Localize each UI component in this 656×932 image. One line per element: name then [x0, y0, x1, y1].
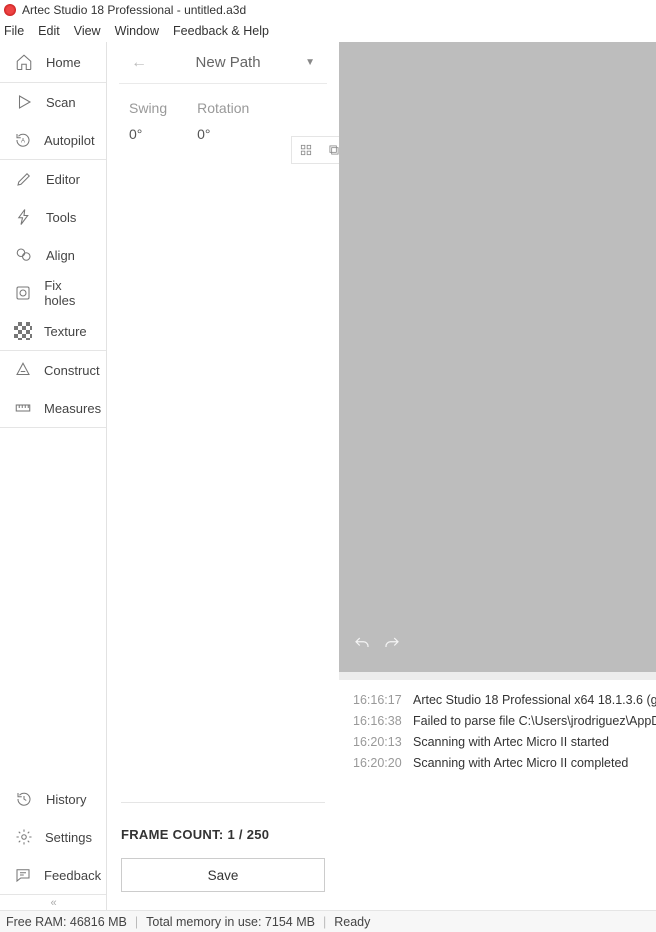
path-dropdown[interactable]: New Path: [151, 54, 305, 71]
sidebar-item-history[interactable]: History: [0, 780, 106, 818]
menu-edit[interactable]: Edit: [38, 24, 60, 38]
sidebar: Home Scan A Autopilot Editor Tools: [0, 42, 107, 910]
sidebar-label: History: [46, 792, 86, 807]
frame-count: FRAME COUNT: 1 / 250: [121, 827, 325, 842]
chat-icon: [14, 865, 32, 885]
sidebar-item-feedback[interactable]: Feedback: [0, 856, 106, 894]
log-row: 16:20:20Scanning with Artec Micro II com…: [353, 753, 642, 774]
window-title: Artec Studio 18 Professional - untitled.…: [22, 3, 246, 17]
grid-icon[interactable]: [294, 138, 318, 162]
rotation-label: Rotation: [197, 100, 249, 116]
scan-panel: ← New Path ▼ Swing 0° Rotation 0° FRAME …: [107, 42, 339, 910]
sidebar-item-editor[interactable]: Editor: [0, 160, 106, 198]
menu-feedback-help[interactable]: Feedback & Help: [173, 24, 269, 38]
home-icon: [14, 52, 34, 72]
status-ready: Ready: [334, 915, 370, 929]
sidebar-label: Construct: [44, 363, 100, 378]
sidebar-label: Scan: [46, 95, 76, 110]
rotation-value: 0°: [197, 126, 249, 142]
construct-icon: [14, 360, 32, 380]
save-button[interactable]: Save: [121, 858, 325, 892]
log-row: 16:16:38Failed to parse file C:\Users\jr…: [353, 711, 642, 732]
play-icon: [14, 92, 34, 112]
history-icon: [14, 789, 34, 809]
sidebar-item-construct[interactable]: Construct: [0, 351, 106, 389]
path-header: ← New Path ▼: [119, 42, 327, 84]
swing-value: 0°: [129, 126, 167, 142]
gear-icon: [14, 827, 33, 847]
sidebar-item-scan[interactable]: Scan: [0, 83, 106, 121]
sidebar-label: Tools: [46, 210, 76, 225]
menubar: File Edit View Window Feedback & Help: [0, 20, 656, 42]
sidebar-label: Autopilot: [44, 133, 95, 148]
sidebar-item-home[interactable]: Home: [0, 42, 106, 82]
autopilot-icon: A: [14, 130, 32, 150]
svg-text:A: A: [21, 138, 25, 144]
pencil-icon: [14, 169, 34, 189]
sidebar-label: Align: [46, 248, 75, 263]
sidebar-item-settings[interactable]: Settings: [0, 818, 106, 856]
sidebar-item-autopilot[interactable]: A Autopilot: [0, 121, 106, 159]
back-icon[interactable]: ←: [131, 54, 151, 72]
menu-window[interactable]: Window: [115, 24, 159, 38]
undo-icon[interactable]: [353, 635, 371, 658]
app-icon: [4, 4, 16, 16]
ruler-icon: [14, 398, 32, 418]
status-mem: Total memory in use: 7154 MB: [146, 915, 315, 929]
sidebar-label: Settings: [45, 830, 92, 845]
statusbar: Free RAM: 46816 MB | Total memory in use…: [0, 910, 656, 932]
log-panel: 16:16:17Artec Studio 18 Professional x64…: [339, 672, 656, 910]
swing-label: Swing: [129, 100, 167, 116]
fixholes-icon: [14, 283, 32, 303]
sidebar-label: Texture: [44, 324, 87, 339]
texture-icon: [14, 322, 32, 340]
viewport-3d[interactable]: [339, 42, 656, 672]
sidebar-label: Home: [46, 55, 81, 70]
chevron-down-icon[interactable]: ▼: [305, 57, 315, 68]
sidebar-label: Measures: [44, 401, 101, 416]
sidebar-label: Feedback: [44, 868, 101, 883]
menu-file[interactable]: File: [4, 24, 24, 38]
lightning-icon: [14, 207, 34, 227]
log-row: 16:16:17Artec Studio 18 Professional x64…: [353, 690, 642, 711]
sidebar-item-fixholes[interactable]: Fix holes: [0, 274, 106, 312]
sidebar-label: Fix holes: [44, 278, 92, 308]
sidebar-item-measures[interactable]: Measures: [0, 389, 106, 427]
sidebar-item-tools[interactable]: Tools: [0, 198, 106, 236]
sidebar-item-texture[interactable]: Texture: [0, 312, 106, 350]
redo-icon[interactable]: [383, 635, 401, 658]
menu-view[interactable]: View: [74, 24, 101, 38]
align-icon: [14, 245, 34, 265]
sidebar-item-align[interactable]: Align: [0, 236, 106, 274]
titlebar: Artec Studio 18 Professional - untitled.…: [0, 0, 656, 20]
status-ram: Free RAM: 46816 MB: [6, 915, 127, 929]
sidebar-collapse[interactable]: «: [0, 894, 106, 910]
sidebar-label: Editor: [46, 172, 80, 187]
log-row: 16:20:13Scanning with Artec Micro II sta…: [353, 732, 642, 753]
